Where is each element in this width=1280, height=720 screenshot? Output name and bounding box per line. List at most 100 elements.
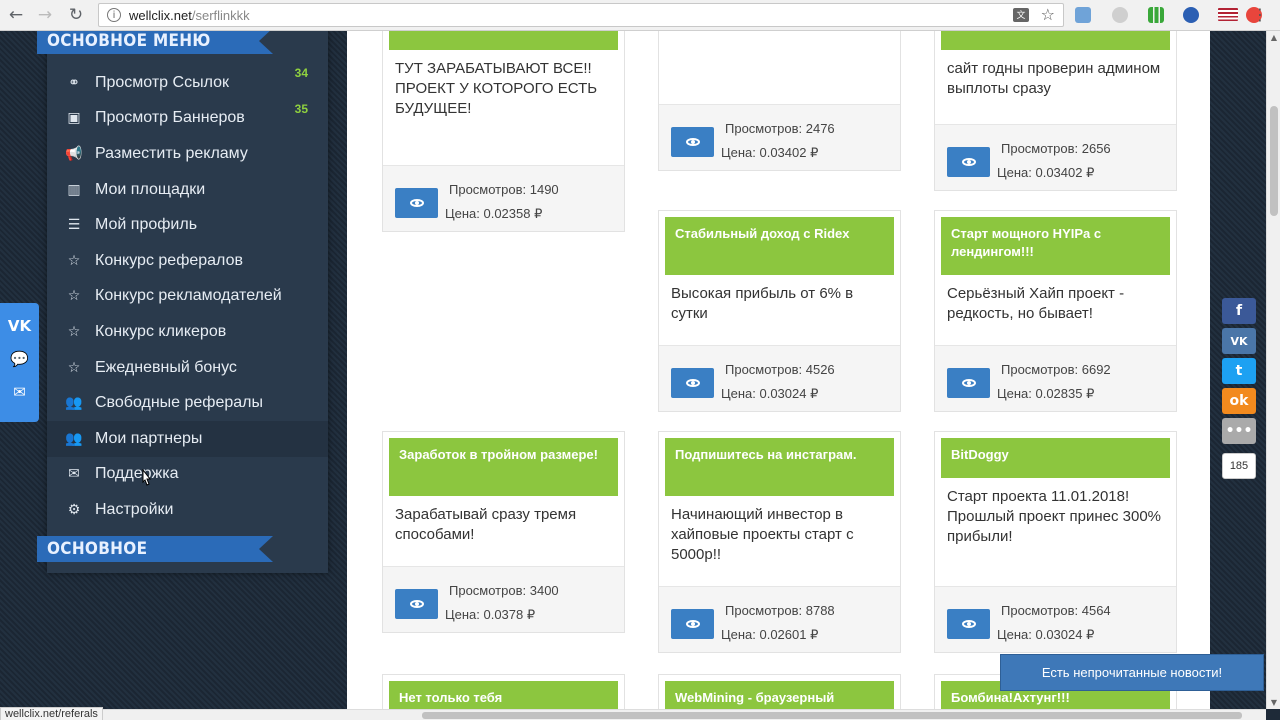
scroll-down-icon[interactable]: ▼ (1267, 698, 1280, 707)
sidebar-item-label: Поддержка (95, 465, 179, 483)
extension-icon[interactable] (1183, 7, 1199, 23)
sidebar-item[interactable]: 📢 Разместить рекламу (47, 136, 328, 172)
eye-icon (961, 620, 976, 628)
translate-icon[interactable]: 文 (1013, 8, 1029, 22)
ad-card-footer: Просмотров: 1490 Цена: 0.02358 ₽ (383, 165, 624, 231)
ad-card-title[interactable]: Подпишитесь на инстаграм. (665, 438, 894, 496)
ad-card-title[interactable]: заработка !!! (941, 31, 1170, 50)
ad-card-title[interactable]: BitDoggy (941, 438, 1170, 478)
view-ad-button[interactable] (395, 589, 438, 619)
star-icon: ☆ (67, 252, 81, 269)
ad-card-title[interactable]: Старт мощного HYIPa с лендингом!!! (941, 217, 1170, 275)
extension-icon[interactable] (1112, 7, 1128, 23)
link-icon: ⚭ (68, 74, 80, 91)
sidebar-header: ОСНОВНОЕ МЕНЮ (37, 31, 273, 54)
view-ad-button[interactable] (671, 609, 714, 639)
sidebar-item[interactable]: ☆ Конкурс рекламодателей (47, 279, 328, 315)
ad-card-title[interactable]: Нет только тебя (389, 681, 618, 709)
ad-card-views: Просмотров: 4526 (725, 362, 835, 377)
ad-card-price: Цена: 0.02601 ₽ (721, 627, 819, 642)
ad-card: заработка !!! сайт годны проверин админом… (934, 31, 1177, 191)
menu-lines-icon: ☰ (67, 217, 81, 234)
view-ad-button[interactable] (671, 127, 714, 157)
sidebar-item-label: Разместить рекламу (95, 144, 248, 162)
eye-icon (409, 600, 424, 608)
sidebar-item[interactable]: 👥 Мои партнеры (47, 420, 328, 457)
gear-icon: ⚙ (67, 501, 81, 518)
url-path: /serflinkkk (191, 7, 250, 23)
browser-menu-icon[interactable]: ⋮ (1252, 5, 1268, 24)
extension-icon[interactable] (1075, 7, 1091, 23)
view-ad-button[interactable] (671, 368, 714, 398)
extension-chart-icon[interactable] (1148, 7, 1164, 23)
reload-icon[interactable]: ↻ (64, 4, 88, 26)
view-ad-button[interactable] (947, 609, 990, 639)
eye-icon (961, 158, 976, 166)
vk-icon[interactable]: VK (1222, 328, 1256, 354)
sidebar-item[interactable]: ☆ Конкурс кликеров (47, 314, 328, 350)
sidebar-item[interactable]: 👥 Свободные рефералы (47, 385, 328, 421)
horizontal-scrollbar[interactable] (0, 709, 1266, 720)
ad-card: WebMining - браузерный (658, 674, 901, 709)
ad-card-views: Просмотров: 1490 (449, 182, 559, 197)
ad-card: Стабильный доход с Ridex Высокая прибыль … (658, 210, 901, 412)
ad-card-title[interactable]: WebMining - браузерный (665, 681, 894, 709)
view-ad-button[interactable] (947, 147, 990, 177)
users-icon: 👥 (65, 395, 83, 412)
count-badge: 35 (294, 101, 308, 116)
forward-icon[interactable]: → (33, 4, 57, 26)
view-ad-button[interactable] (395, 188, 438, 218)
view-ad-button[interactable] (947, 368, 990, 398)
ad-card-price: Цена: 0.03402 ₽ (721, 145, 819, 160)
scrollbar-thumb[interactable] (1270, 106, 1278, 216)
sidebar-item[interactable]: ⚭ Просмотр Ссылок 34 (47, 65, 328, 101)
ad-card-title[interactable]: Стабильный доход с Ridex (665, 217, 894, 275)
unread-news-notification[interactable]: Есть непрочитанные новости! (1000, 654, 1264, 691)
sidebar-item[interactable]: ✉ Поддержка (47, 457, 328, 493)
ad-card: Нет только тебя (382, 674, 625, 709)
ad-card-price: Цена: 0.0378 ₽ (445, 607, 536, 622)
sidebar-item[interactable]: ☆ Конкурс рефералов (47, 243, 328, 279)
url-host: wellclix.net (129, 7, 192, 23)
scroll-up-icon[interactable]: ▲ (1267, 33, 1280, 42)
ad-card-footer: Просмотров: 6692 Цена: 0.02835 ₽ (935, 345, 1176, 411)
more-share-icon[interactable]: ••• (1222, 418, 1256, 444)
sidebar-item-label: Просмотр Ссылок (95, 73, 229, 91)
ad-card-title[interactable]: за 24 часа! (389, 31, 618, 50)
image-icon: ▣ (67, 110, 81, 127)
ad-card-views: Просмотров: 3400 (449, 583, 559, 598)
sidebar-item[interactable]: ☆ Ежедневный бонус (47, 350, 328, 386)
sidebar-item[interactable]: ☰ Мой профиль (47, 207, 328, 243)
browser-toolbar: ← → ↻ i wellclix.net /serflinkkk 文 ☆ ⋮ (0, 0, 1280, 31)
star-icon: ☆ (67, 288, 81, 305)
megaphone-icon: 📢 (65, 145, 83, 162)
sidebar-item-label: Просмотр Баннеров (95, 109, 245, 127)
sidebar-section-header: ОСНОВНОЕ (37, 536, 273, 562)
ad-card: BitDoggy Старт проекта 11.01.2018! Прошлы… (934, 431, 1177, 653)
mail-icon[interactable]: ✉ (0, 375, 39, 408)
ad-card-views: Просмотров: 2656 (1001, 141, 1111, 156)
ad-card-title[interactable]: Заработок в тройном размере! (389, 438, 618, 496)
address-bar[interactable]: i wellclix.net /serflinkkk 文 ☆ (98, 3, 1064, 27)
bookmark-star-icon[interactable]: ☆ (1041, 5, 1055, 24)
eye-icon (961, 379, 976, 387)
us-flag-icon[interactable] (1218, 8, 1238, 21)
odnoklassniki-icon[interactable]: ok (1222, 388, 1256, 414)
sidebar-item-label: Ежедневный бонус (95, 358, 237, 376)
vk-icon[interactable]: VK (0, 309, 39, 342)
vertical-scrollbar[interactable]: ▲ ▼ (1266, 31, 1280, 709)
site-info-icon[interactable]: i (107, 8, 121, 22)
envelope-icon: ✉ (68, 466, 80, 483)
chat-icon[interactable]: 💬 (0, 342, 39, 375)
ad-card-description: Начинающий инвестор в хайповые проекты с… (671, 506, 854, 563)
scrollbar-thumb[interactable] (422, 712, 1242, 719)
back-icon[interactable]: ← (4, 4, 28, 26)
facebook-icon[interactable]: f (1222, 298, 1256, 324)
twitter-icon[interactable]: t (1222, 358, 1256, 384)
sidebar-item-label: Конкурс рефералов (95, 251, 243, 269)
sidebar-item[interactable]: ⚙ Настройки (47, 492, 328, 528)
sidebar-menu: ⚭ Просмотр Ссылок 34 ▣ Просмотр Баннеров 35 📢 Р… (47, 65, 328, 528)
eye-icon (685, 620, 700, 628)
sidebar-item[interactable]: ▣ Просмотр Баннеров 35 (47, 101, 328, 137)
sidebar-item[interactable]: ▥ Мои площадки (47, 172, 328, 208)
